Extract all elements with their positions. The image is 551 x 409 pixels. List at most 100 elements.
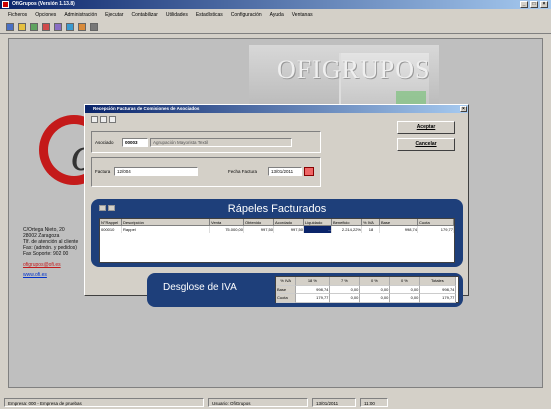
col-header: 7 %	[330, 277, 361, 286]
col-header: 0 %	[390, 277, 421, 286]
iva-panel: Desglose de IVA % IVA 18 % 7 % 0 % 0 % T…	[147, 273, 463, 307]
search-icon[interactable]	[100, 116, 107, 123]
recepcion-facturas-dialog: Recepción Facturas de Comisiones de Asoc…	[84, 104, 469, 307]
new-icon[interactable]	[6, 23, 14, 31]
company-info: C/Ortega Nieto, 20 28002 Zaragoza Tlf. d…	[23, 227, 83, 278]
rappeles-grid: N°Rappel Descripción Venta Obtenido Acor…	[99, 218, 455, 263]
menu-utilidades[interactable]: Utilidades	[166, 9, 188, 21]
col-header[interactable]: Base	[380, 219, 418, 226]
col-header: 18 %	[296, 277, 331, 286]
factura-field[interactable]: 12/004	[114, 167, 198, 176]
refresh-icon[interactable]	[30, 23, 38, 31]
menu-configuracion[interactable]: Configuración	[231, 9, 262, 21]
cell-acordado[interactable]: 997,50	[274, 226, 304, 233]
col-header[interactable]: % IVA	[362, 219, 380, 226]
address-line: Fax Soporte: 902 00	[23, 251, 69, 257]
cell-value: 179,77	[296, 294, 331, 303]
menu-bar: Ficheros Opciones Administración Ejecuta…	[0, 9, 551, 21]
row-label: Cuota	[276, 294, 297, 303]
main-toolbar	[0, 21, 551, 34]
asociado-code-field[interactable]: 00003	[122, 138, 148, 147]
print-icon[interactable]	[54, 23, 62, 31]
asociado-name-field: Agrupación Mayorista Textil	[150, 138, 292, 147]
col-header[interactable]: N°Rappel	[100, 219, 122, 226]
fecha-factura-label: Fecha Factura	[228, 169, 258, 174]
cancelar-button[interactable]: Cancelar	[397, 138, 455, 151]
aceptar-button[interactable]: Aceptar	[397, 121, 455, 134]
factura-label: Factura	[95, 169, 111, 174]
status-bar: Empresa: 000 - Empresa de pruebas Usuari…	[0, 396, 551, 409]
status-time: 11:00	[360, 398, 388, 407]
cell-value: 0,00	[390, 294, 421, 303]
col-header[interactable]: Venta	[210, 219, 244, 226]
email-link[interactable]: ofigrupos@ofi.es	[23, 262, 83, 268]
menu-ventanas[interactable]: Ventanas	[292, 9, 313, 21]
app-icon	[2, 1, 9, 8]
app-title-bar: OfiGrupos (Versión 1.13.8) _ □ ×	[0, 0, 551, 9]
dialog-toolbar	[91, 116, 116, 123]
col-header[interactable]: Beneficio	[332, 219, 362, 226]
col-header: 0 %	[360, 277, 391, 286]
iva-header-row: % IVA 18 % 7 % 0 % 0 % Totales	[276, 277, 458, 286]
menu-ejecutar[interactable]: Ejecutar	[105, 9, 123, 21]
banner-logo-text: OFIGRUPOS	[277, 55, 431, 84]
menu-contabilizar[interactable]: Contabilizar	[131, 9, 157, 21]
col-header: % IVA	[276, 277, 297, 286]
menu-estadisticas[interactable]: Estadísticas	[196, 9, 223, 21]
dialog-title-bar: Recepción Facturas de Comisiones de Asoc…	[85, 105, 468, 113]
fecha-factura-field[interactable]: 13/01/2011	[268, 167, 302, 176]
dialog-close-button[interactable]: ×	[460, 106, 467, 112]
col-header[interactable]: Descripción	[122, 219, 210, 226]
minimize-button[interactable]: _	[520, 1, 528, 8]
cell-obtenido[interactable]: 997,50	[244, 226, 274, 233]
rappeles-header-row: N°Rappel Descripción Venta Obtenido Acor…	[100, 219, 454, 226]
calendar-icon[interactable]	[78, 23, 86, 31]
factura-group: Factura 12/004 Fecha Factura 13/01/2011	[91, 157, 321, 187]
cell-descripcion[interactable]: Rappel	[122, 226, 210, 233]
cell-value: 0,00	[390, 285, 421, 294]
calendar-icon[interactable]	[304, 167, 314, 176]
cell-value: 0,00	[360, 294, 391, 303]
col-header[interactable]: Liquidado	[304, 219, 332, 226]
print-icon[interactable]	[109, 116, 116, 123]
menu-administracion[interactable]: Administración	[64, 9, 97, 21]
menu-ficheros[interactable]: Ficheros	[8, 9, 27, 21]
col-header[interactable]: Obtenido	[244, 219, 274, 226]
row-label: Base	[276, 285, 297, 294]
cell-value: 998,74	[296, 285, 331, 294]
menu-opciones[interactable]: Opciones	[35, 9, 56, 21]
col-header: Totales	[420, 277, 457, 286]
col-header[interactable]: Acordado	[274, 219, 304, 226]
cell-rappel[interactable]: 000010	[100, 226, 122, 233]
web-link[interactable]: www.ofi.es	[23, 272, 83, 278]
col-header[interactable]: Cuota	[418, 219, 454, 226]
cell-liquidado[interactable]: ...	[304, 226, 332, 233]
maximize-button[interactable]: □	[530, 1, 538, 8]
new-record-icon[interactable]	[91, 116, 98, 123]
cell-venta[interactable]: 75.000,00	[210, 226, 244, 233]
open-icon[interactable]	[18, 23, 26, 31]
rappeles-title: Rápeles Facturados	[227, 203, 327, 215]
cell-cuota[interactable]: 179,77	[418, 226, 454, 233]
delete-icon[interactable]	[42, 23, 50, 31]
status-usuario: Usuario: OfiGrupos	[208, 398, 308, 407]
cell-total: 179,77	[420, 294, 457, 303]
asociado-label: Asociado	[95, 140, 114, 145]
status-empresa: Empresa: 000 - Empresa de pruebas	[4, 398, 204, 407]
iva-grid: % IVA 18 % 7 % 0 % 0 % Totales Base 998,…	[275, 276, 459, 303]
cell-iva[interactable]: 18	[362, 226, 380, 233]
cell-value: 0,00	[330, 294, 361, 303]
cell-beneficio[interactable]: 2.214,22%	[332, 226, 362, 233]
table-row[interactable]: 000010 Rappel 75.000,00 997,50 997,50 ..…	[100, 226, 454, 233]
exit-icon[interactable]	[90, 23, 98, 31]
cell-value: 0,00	[330, 285, 361, 294]
table-row: Cuota 179,77 0,00 0,00 0,00 179,77	[276, 294, 458, 303]
iva-title: Desglose de IVA	[163, 282, 237, 293]
menu-ayuda[interactable]: Ayuda	[270, 9, 284, 21]
rappeles-panel: Rápeles Facturados N°Rappel Descripción …	[91, 199, 463, 267]
cell-base[interactable]: 998,74	[380, 226, 418, 233]
calculator-icon[interactable]	[66, 23, 74, 31]
cell-total: 998,74	[420, 285, 457, 294]
close-button[interactable]: ×	[540, 1, 548, 8]
app-title: OfiGrupos (Versión 1.13.8)	[12, 1, 75, 7]
